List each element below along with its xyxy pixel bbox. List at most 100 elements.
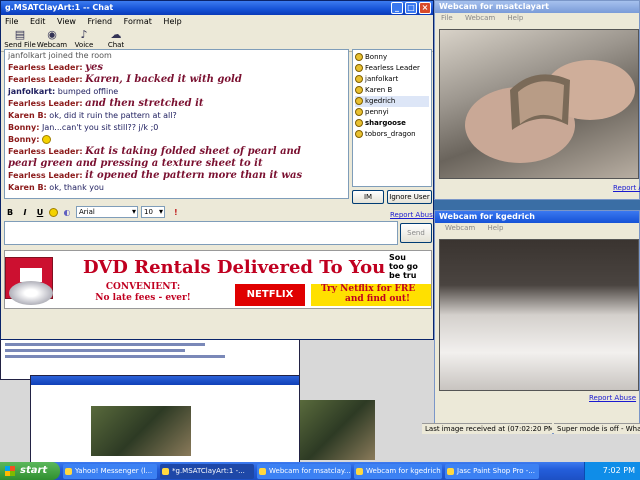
user-status-icon (355, 86, 363, 94)
windows-flag-icon (5, 466, 15, 476)
smiley-emoticon-icon (41, 135, 51, 144)
menu-file[interactable]: File (5, 17, 18, 26)
menu-view[interactable]: View (57, 17, 76, 26)
room-user-name: Bonny (365, 53, 388, 61)
font-select[interactable]: Arial (76, 206, 138, 218)
system-tray-clock: 7:02 PM (584, 462, 640, 480)
emoticon-icon[interactable] (49, 207, 58, 217)
message-text: Karen, I backed it with gold (85, 74, 242, 85)
webcam-icon: ◉ (47, 28, 57, 41)
ad-side-text: Sou too go be tru (389, 253, 418, 280)
chat-message: Fearless Leader: and then stretched it (8, 98, 348, 110)
message-text: bumped offline (57, 87, 119, 96)
webcam1-hand-image (465, 60, 635, 163)
menu-friend[interactable]: Friend (88, 17, 113, 26)
webcam2-video (439, 239, 639, 391)
room-user-name: janfolkart (365, 75, 399, 83)
room-user-item[interactable]: Karen B (355, 85, 429, 96)
im-button[interactable]: IM (352, 190, 384, 204)
chat-message: Fearless Leader: Kat is taking folded sh… (8, 146, 348, 158)
webcam2-menu-webcam[interactable]: Webcam (445, 224, 475, 232)
netflix-ad-banner[interactable]: DVD Rentals Delivered To You CONVENIENT:… (4, 250, 432, 309)
message-text: janfolkart joined the room (8, 51, 112, 60)
task-webcam-msatclayart[interactable]: Webcam for msatclay... (257, 463, 351, 479)
format-toolbar: B I U ◐ Arial 10 ! (4, 205, 432, 219)
task-chat-window[interactable]: *g.MSATClayArt:1 -... (160, 463, 254, 479)
underline-button[interactable]: U (34, 208, 46, 217)
room-user-item[interactable]: Bonny (355, 52, 429, 63)
color-icon[interactable]: ◐ (61, 208, 73, 217)
room-user-item[interactable]: shargoose (355, 118, 429, 129)
chat-transcript[interactable]: janfolkart joined the room Fearless Leade… (4, 49, 349, 199)
menu-format[interactable]: Format (124, 17, 152, 26)
envelope-card (20, 268, 42, 282)
task-webcam-kgedrich[interactable]: Webcam for kgedrich (354, 463, 442, 479)
room-user-name: Karen B (365, 86, 393, 94)
italic-button[interactable]: I (19, 208, 31, 217)
webcam2-report-abuse-link[interactable]: Report Abuse (589, 394, 636, 402)
chat-message: Karen B: ok, did it ruin the pattern at … (8, 110, 348, 122)
chat-message: janfolkart joined the room (8, 50, 348, 62)
room-user-item[interactable]: pennyi (355, 107, 429, 118)
webcam1-title[interactable]: Webcam for msatclayart (435, 1, 639, 13)
room-user-item[interactable]: Fearless Leader (355, 63, 429, 74)
buzz-icon[interactable]: ! (174, 208, 178, 217)
ad-try-netflix: Try Netflix for FRE and find out! (311, 284, 431, 306)
chat-label: Chat (107, 41, 125, 49)
send-file-button[interactable]: ▤ Send File (4, 28, 36, 51)
webcam2-menu-help[interactable]: Help (487, 224, 503, 232)
maximize-icon[interactable]: □ (405, 2, 417, 14)
minimize-icon[interactable]: _ (391, 2, 403, 14)
message-text: and then stretched it (85, 98, 204, 109)
room-user-item[interactable]: tobors_dragon (355, 129, 429, 140)
room-user-item[interactable]: kgedrich (355, 96, 429, 107)
size-select[interactable]: 10 (141, 206, 165, 218)
menu-help[interactable]: Help (163, 17, 181, 26)
chat-message: janfolkart: bumped offline (8, 86, 348, 98)
start-button[interactable]: start (0, 462, 60, 480)
chat-message: pearl green and pressing a texture sheet… (8, 158, 348, 170)
message-sender: Bonny: (8, 135, 40, 144)
voice-button[interactable]: ♪ Voice (68, 28, 100, 51)
webcam1-menu: File Webcam Help (435, 13, 639, 24)
close-icon[interactable]: × (419, 2, 431, 14)
webcam2-title[interactable]: Webcam for kgedrich (435, 211, 639, 223)
room-user-name: kgedrich (365, 97, 396, 105)
ad-try-text: Try Netflix for FRE (321, 284, 416, 294)
message-input[interactable] (4, 221, 398, 245)
message-text: ok, thank you (49, 183, 104, 192)
dvd-disc-image (9, 281, 53, 305)
chat-title: g.MSATClayArt:1 -- Chat (5, 3, 114, 12)
taskbar: start Yahoo! Messenger (l... *g.MSATClay… (0, 462, 640, 480)
user-status-icon (355, 130, 363, 138)
ad-headline: DVD Rentals Delivered To You (83, 257, 386, 278)
ignore-user-button[interactable]: Ignore User (387, 190, 432, 204)
chat-button[interactable]: ☁ Chat (100, 28, 132, 51)
room-user-list[interactable]: Bonny Fearless Leader janfolkart Karen B kge… (352, 49, 432, 187)
send-button[interactable]: Send (400, 223, 432, 243)
webcam1-menu-webcam[interactable]: Webcam (465, 14, 495, 22)
webcam-button[interactable]: ◉ Webcam (36, 28, 68, 51)
room-user-item[interactable]: janfolkart (355, 74, 429, 85)
chat-message: Fearless Leader: Karen, I backed it with… (8, 74, 348, 86)
webcam1-menu-file[interactable]: File (441, 14, 453, 22)
ad-find-out: and find out! (345, 294, 410, 304)
voice-label: Voice (74, 41, 94, 49)
message-sender: Bonny: (8, 123, 40, 132)
task-paint-shop-pro[interactable]: Jasc Paint Shop Pro -... (445, 463, 539, 479)
message-text: Kat is taking folded sheet of pearl and (85, 146, 301, 157)
chat-titlebar[interactable]: g.MSATClayArt:1 -- Chat _ □ × (1, 1, 433, 15)
message-sender: Fearless Leader: (8, 147, 83, 156)
webcam1-video (439, 29, 639, 179)
report-abuse-link[interactable]: Report Abuse (390, 211, 437, 219)
message-text: Jan...can't you sit still?? j/k ;0 (41, 123, 159, 132)
webcam1-report-abuse-link[interactable]: Report A (613, 184, 640, 192)
menu-edit[interactable]: Edit (30, 17, 46, 26)
bold-button[interactable]: B (4, 208, 16, 217)
task-yahoo-messenger[interactable]: Yahoo! Messenger (l... (63, 463, 157, 479)
message-sender: Fearless Leader: (8, 99, 83, 108)
webcam1-menu-help[interactable]: Help (507, 14, 523, 22)
chat-window: g.MSATClayArt:1 -- Chat _ □ × File Edit … (0, 0, 437, 340)
message-text: it opened the pattern more than it was (85, 170, 303, 181)
user-status-icon (355, 108, 363, 116)
